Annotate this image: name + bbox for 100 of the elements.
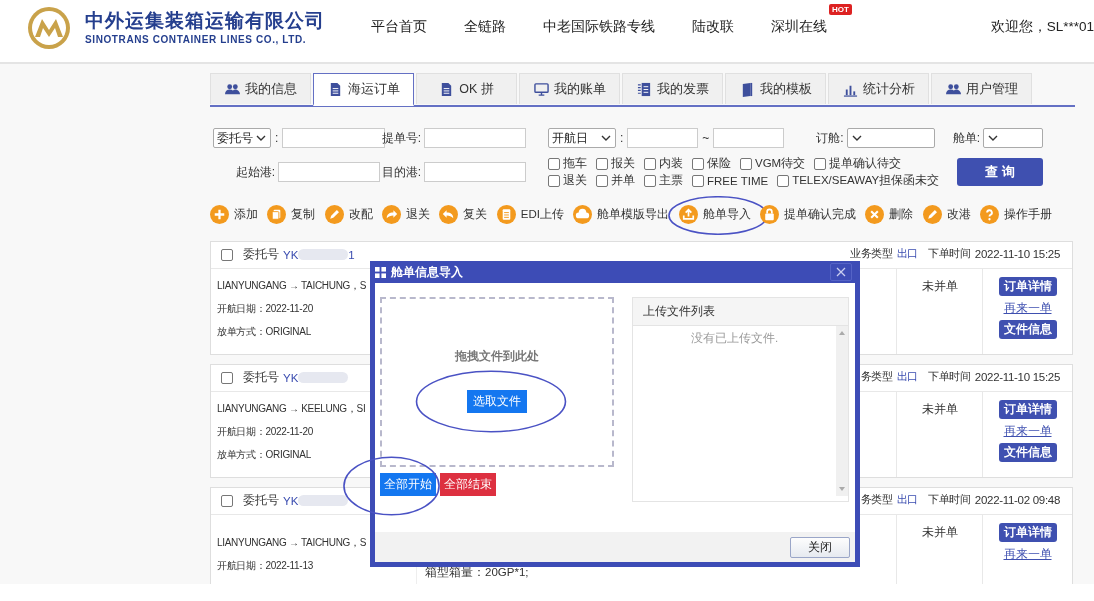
info-text: LIANYUNGANG → KEELUNG，SI [217,402,367,416]
toolbar-button[interactable]: 舱单模版导出 [573,204,670,224]
pencil-icon [922,204,942,224]
search-button[interactable]: 查 询 [957,158,1043,186]
toolbar-button[interactable]: EDI上传 [496,204,564,224]
checkbox[interactable] [692,157,704,170]
checkbox[interactable] [644,174,656,187]
manifest-dropdown[interactable] [983,128,1043,148]
checkbox[interactable] [596,174,608,187]
tab[interactable]: 统计分析 [828,73,929,104]
delete-icon [865,204,885,224]
checkbox-label: 主票 [659,173,683,188]
tab[interactable]: 海运订单 [313,73,414,106]
toolbar-button[interactable]: 改配 [324,204,373,224]
date-type-dropdown[interactable]: 开航日 [548,128,616,148]
toolbar-button[interactable]: 复制 [267,204,316,224]
field-value: 出口 [896,493,919,507]
field-label: 务类型 [860,493,893,507]
nav-link[interactable]: 陆改联 [692,18,734,36]
merge-status: 未并单 [921,402,958,417]
checkbox[interactable] [740,157,752,170]
order-time: 2022-11-10 15:25 [974,248,1060,260]
help-icon [979,204,999,224]
add-icon [210,204,229,224]
destination-port-field[interactable] [424,162,526,182]
order-number[interactable]: YK [283,248,299,261]
field-label: 委托号 [243,247,279,262]
checkbox[interactable] [692,174,704,187]
field-label: 下单时间 [928,493,971,507]
start-date-field[interactable] [627,128,699,148]
drop-zone[interactable]: 拖拽文件到此处 选取文件 [380,297,614,467]
booking-dropdown[interactable] [846,128,935,148]
checkbox[interactable] [221,248,233,261]
checkbox[interactable] [548,174,560,187]
upload-icon [678,204,698,224]
field-label: 起始港: [235,163,275,181]
nav-link[interactable]: 全链路 [464,18,506,36]
checkbox-label: 退关 [563,173,587,188]
nav-link[interactable]: 平台首页 [371,18,427,36]
departure-port-field[interactable] [278,162,380,182]
order-action-button[interactable]: 订单详情 [998,400,1057,419]
toolbar-button[interactable]: 复关 [439,204,488,224]
redaction-bar [298,372,349,383]
checkbox-label: TELEX/SEAWAY担保函未交 [792,173,940,188]
bill-number-field[interactable] [424,128,526,148]
reorder-link[interactable]: 再来一单 [1003,301,1052,315]
order-action-button[interactable]: 文件信息 [998,443,1057,462]
nav-link[interactable]: 中老国际铁路专线 [543,18,655,36]
cloud-icon [573,204,593,224]
close-button[interactable]: 关闭 [790,536,850,558]
redaction-bar [298,249,349,260]
order-action-button[interactable]: 文件信息 [998,320,1057,339]
checkbox[interactable] [221,494,233,507]
toolbar-button[interactable]: 提单确认完成 [759,204,856,224]
reorder-link[interactable]: 再来一单 [1003,424,1052,438]
colon-text: : [275,131,279,145]
checkbox[interactable] [596,157,608,170]
order-action-button[interactable]: 订单详情 [998,523,1057,542]
end-date-field[interactable] [713,128,785,148]
tab[interactable]: 我的模板 [725,73,826,104]
checkbox[interactable] [777,174,790,187]
info-text: LIANYUNGANG → TAICHUNG，S [217,279,368,293]
toolbar-button[interactable]: 删除 [865,204,914,224]
close-button[interactable] [830,263,852,281]
order-action-button[interactable]: 订单详情 [998,277,1057,296]
order-number-dropdown[interactable]: 委托号 [213,128,271,148]
info-text: LIANYUNGANG → TAICHUNG，S [217,536,368,550]
toolbar-button[interactable]: 操作手册 [979,204,1052,224]
colon-text: : [620,131,624,145]
checkbox[interactable] [548,157,560,170]
field-label: 目的港: [381,163,421,181]
toolbar-button[interactable]: 添加 [210,204,258,224]
reorder-link[interactable]: 再来一单 [1003,547,1052,561]
checkbox[interactable] [644,157,656,170]
tab[interactable]: 我的账单 [519,73,620,104]
stop-all-button[interactable]: 全部结束 [440,473,496,496]
toolbar-button[interactable]: 改港 [922,204,971,224]
field-label: 订舱: [816,129,844,147]
field-label: 委托号 [243,370,279,385]
checkbox[interactable] [221,371,233,384]
redaction-bar [298,495,349,506]
checkbox[interactable] [814,157,827,170]
welcome-text: 欢迎您，SL***01 [990,18,1094,36]
order-number[interactable]: YK [283,371,299,384]
field-value: 出口 [896,370,919,384]
order-number[interactable]: 1 [348,248,355,261]
choose-file-button[interactable]: 选取文件 [466,390,527,413]
toolbar-button[interactable]: 退关 [382,204,431,224]
tab[interactable]: OK 拼 [416,73,517,104]
start-all-button[interactable]: 全部开始 [380,473,436,496]
order-number[interactable]: YK [283,494,299,507]
tab[interactable]: 我的信息 [210,73,311,104]
merge-status: 未并单 [921,279,958,294]
tab[interactable]: 用户管理 [931,73,1032,104]
lock-icon [759,204,779,224]
company-name: 中外运集装箱运输有限公司 [85,8,325,33]
info-text: 放单方式：ORIGINAL [217,448,312,462]
tab[interactable]: 我的发票 [622,73,723,104]
order-time: 2022-11-10 15:25 [974,371,1060,383]
checkbox-label: FREE TIME [707,174,769,187]
